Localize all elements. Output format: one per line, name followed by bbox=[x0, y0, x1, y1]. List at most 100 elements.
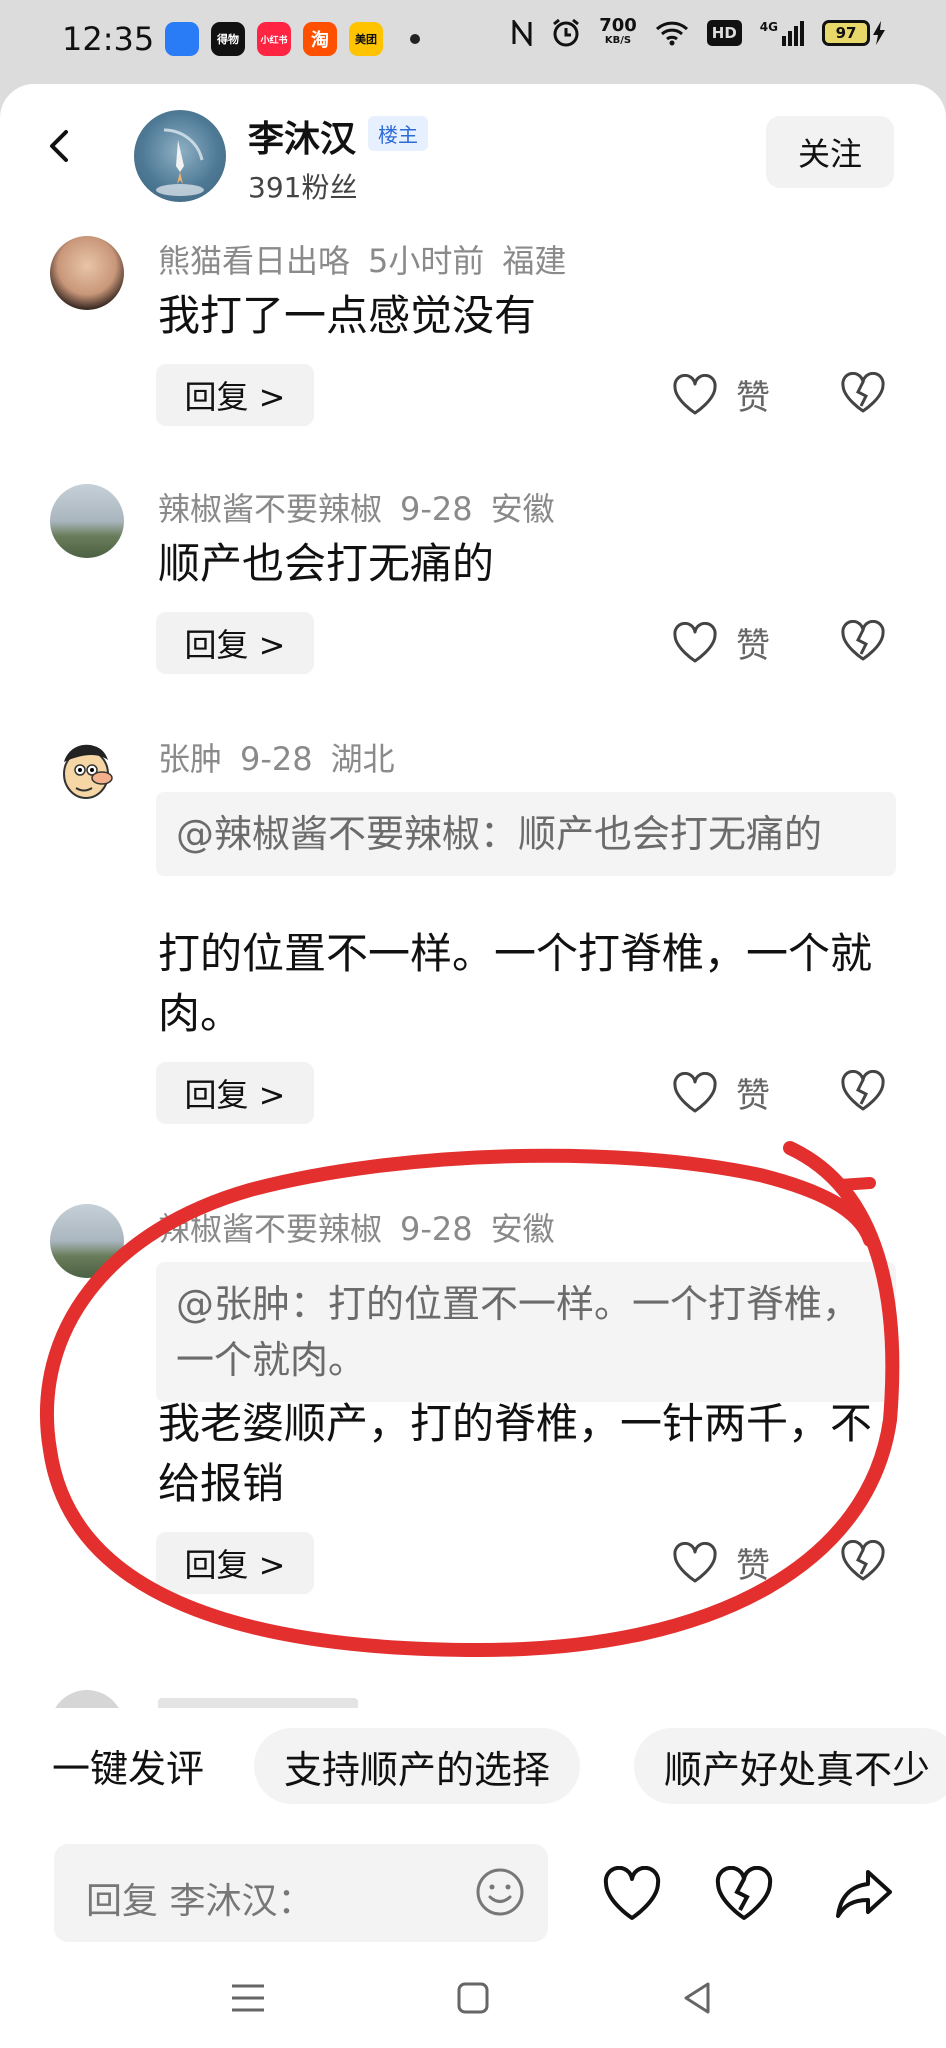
commenter-avatar[interactable] bbox=[50, 484, 124, 558]
comment-meta-placeholder bbox=[158, 1698, 358, 1708]
xiaohongshu-app-icon: 小红书 bbox=[257, 22, 291, 56]
meituan-app-icon: 美团 bbox=[349, 22, 383, 56]
commenter-avatar bbox=[50, 1690, 124, 1708]
host-badge: 楼主 bbox=[368, 116, 428, 151]
comment-text: 打的位置不一样。一个打脊椎，一个就肉。 bbox=[158, 929, 873, 1038]
like-button[interactable]: 赞 bbox=[672, 370, 770, 419]
reply-button[interactable]: 回复 > bbox=[156, 612, 314, 674]
like-post-heart-icon[interactable] bbox=[602, 1866, 662, 1922]
quoted-comment: @张肿：打的位置不一样。一个打脊椎，一个就肉。 bbox=[156, 1262, 896, 1402]
dewu-app-icon: 得物 bbox=[211, 22, 245, 56]
quick-reply-chip[interactable]: 顺产好处真不少 bbox=[634, 1728, 946, 1804]
thread-header: 李沐汉 楼主 391粉丝 关注 bbox=[0, 84, 946, 204]
commenter-avatar[interactable] bbox=[50, 734, 124, 808]
comment-text: 我老婆顺产，打的脊椎，一针两千，不给报销 bbox=[158, 1399, 873, 1508]
heart-icon bbox=[673, 1541, 717, 1582]
reply-button[interactable]: 回复 > bbox=[156, 1062, 314, 1124]
like-button[interactable]: 赞 bbox=[672, 1538, 770, 1587]
reply-input-placeholder: 回复 李沐汉： bbox=[86, 1881, 314, 1922]
broken-heart-icon[interactable] bbox=[840, 1540, 886, 1582]
comment-author[interactable]: 辣椒酱不要辣椒 bbox=[158, 1210, 382, 1248]
nfc-icon bbox=[512, 20, 532, 46]
alarm-icon bbox=[553, 18, 580, 47]
heart-icon bbox=[673, 1071, 717, 1112]
rocket-avatar-icon bbox=[156, 128, 204, 196]
more-notifications-dot bbox=[410, 34, 420, 44]
comment-item: 张肿 9-28 湖北 @辣椒酱不要辣椒：顺产也会打无痛的 打的位置不一样。一个打脊椎… bbox=[0, 734, 946, 1154]
signal-bars-icon bbox=[782, 21, 804, 46]
network-type: 4G bbox=[759, 20, 778, 34]
back-nav-icon[interactable] bbox=[676, 1976, 720, 2020]
host-fans-count: 391粉丝 bbox=[248, 171, 358, 204]
battery-icon: 97 bbox=[822, 20, 870, 46]
share-arrow-icon[interactable] bbox=[834, 1866, 894, 1922]
follow-button[interactable]: 关注 bbox=[766, 116, 894, 188]
comment-location: 安徽 bbox=[490, 1210, 555, 1248]
like-button[interactable]: 赞 bbox=[672, 618, 770, 667]
cartoon-face-icon bbox=[63, 744, 113, 799]
host-avatar[interactable] bbox=[134, 110, 226, 202]
comment-meta: 张肿 9-28 湖北 bbox=[158, 734, 413, 780]
status-indicators: 700 KB/S HD 4G 97 bbox=[511, 15, 886, 48]
back-arrow-icon[interactable] bbox=[42, 128, 78, 164]
broken-heart-icon[interactable] bbox=[840, 372, 886, 414]
taobao-app-icon: 淘 bbox=[303, 22, 337, 56]
network-speed: 700 KB/S bbox=[599, 15, 637, 48]
comment-item: 辣椒酱不要辣椒 9-28 安徽 顺产也会打无痛的 回复 > 赞 bbox=[0, 484, 946, 674]
commenter-avatar[interactable] bbox=[50, 1204, 124, 1278]
status-bar: 12:35 得物 小红书 淘 美团 700 KB/S HD 4G 97 bbox=[0, 0, 946, 84]
emoji-icon[interactable] bbox=[474, 1866, 526, 1918]
quick-reply-lead[interactable]: 一键发评 bbox=[52, 1738, 204, 1793]
reply-composer: 回复 李沐汉： bbox=[0, 1844, 946, 1954]
broken-heart-icon[interactable] bbox=[840, 1070, 886, 1112]
comment-location: 福建 bbox=[502, 242, 567, 280]
host-name[interactable]: 李沐汉 bbox=[248, 110, 356, 162]
like-label: 赞 bbox=[736, 1076, 770, 1116]
notification-apps: 得物 小红书 淘 美团 bbox=[165, 22, 383, 56]
broken-heart-icon[interactable] bbox=[840, 620, 886, 662]
comment-meta: 熊猫看日出咯 5小时前 福建 bbox=[158, 236, 584, 282]
quick-reply-chip[interactable]: 支持顺产的选择 bbox=[254, 1728, 581, 1804]
reply-input[interactable]: 回复 李沐汉： bbox=[54, 1844, 548, 1942]
quick-reply-bar: 一键发评 支持顺产的选择 顺产好处真不少 bbox=[0, 1724, 946, 1814]
comment-location: 安徽 bbox=[490, 490, 555, 528]
comment-author[interactable]: 张肿 bbox=[158, 740, 222, 778]
comment-text: 我打了一点感觉没有 bbox=[158, 291, 537, 340]
signal-icon: 4G bbox=[760, 20, 804, 46]
quoted-comment: @辣椒酱不要辣椒：顺产也会打无痛的 bbox=[156, 792, 896, 876]
wifi-icon bbox=[655, 21, 688, 46]
recent-apps-icon[interactable] bbox=[226, 1976, 270, 2020]
heart-icon bbox=[673, 621, 717, 662]
dislike-post-broken-heart-icon[interactable] bbox=[714, 1866, 774, 1922]
system-nav-bar bbox=[0, 1964, 946, 2048]
app-1-icon bbox=[165, 22, 199, 56]
comment-location: 湖北 bbox=[330, 740, 395, 778]
comment-item: 熊猫看日出咯 5小时前 福建 我打了一点感觉没有 回复 > 赞 bbox=[0, 234, 946, 426]
speed-value: 700 bbox=[599, 15, 637, 36]
comment-author[interactable]: 熊猫看日出咯 bbox=[158, 242, 350, 280]
comment-author[interactable]: 辣椒酱不要辣椒 bbox=[158, 490, 382, 528]
reply-button[interactable]: 回复 > bbox=[156, 364, 314, 426]
heart-icon bbox=[673, 373, 717, 414]
battery-indicator: 97 bbox=[822, 20, 886, 46]
like-label: 赞 bbox=[736, 378, 770, 418]
like-button[interactable]: 赞 bbox=[672, 1068, 770, 1117]
like-label: 赞 bbox=[736, 1546, 770, 1586]
commenter-avatar[interactable] bbox=[50, 236, 124, 310]
comment-time: 9-28 bbox=[400, 490, 473, 528]
comments-panel: 李沐汉 楼主 391粉丝 关注 熊猫看日出咯 5小时前 福建 我打了一点感觉没有 回… bbox=[0, 84, 946, 2048]
next-comment-partial bbox=[50, 1684, 896, 1708]
comment-meta: 辣椒酱不要辣椒 9-28 安徽 bbox=[158, 1204, 573, 1250]
charging-icon bbox=[873, 21, 885, 45]
status-time: 12:35 bbox=[62, 20, 155, 58]
comment-time: 9-28 bbox=[400, 1210, 473, 1248]
comment-item: 辣椒酱不要辣椒 9-28 安徽 @张肿：打的位置不一样。一个打脊椎，一个就肉。 我老… bbox=[0, 1204, 946, 1624]
comment-time: 5小时前 bbox=[368, 242, 485, 280]
like-label: 赞 bbox=[736, 626, 770, 666]
home-icon[interactable] bbox=[451, 1976, 495, 2020]
comment-time: 9-28 bbox=[240, 740, 313, 778]
comment-text: 顺产也会打无痛的 bbox=[158, 539, 495, 588]
comment-meta: 辣椒酱不要辣椒 9-28 安徽 bbox=[158, 484, 573, 530]
hd-badge: HD bbox=[706, 20, 742, 46]
reply-button[interactable]: 回复 > bbox=[156, 1532, 314, 1594]
